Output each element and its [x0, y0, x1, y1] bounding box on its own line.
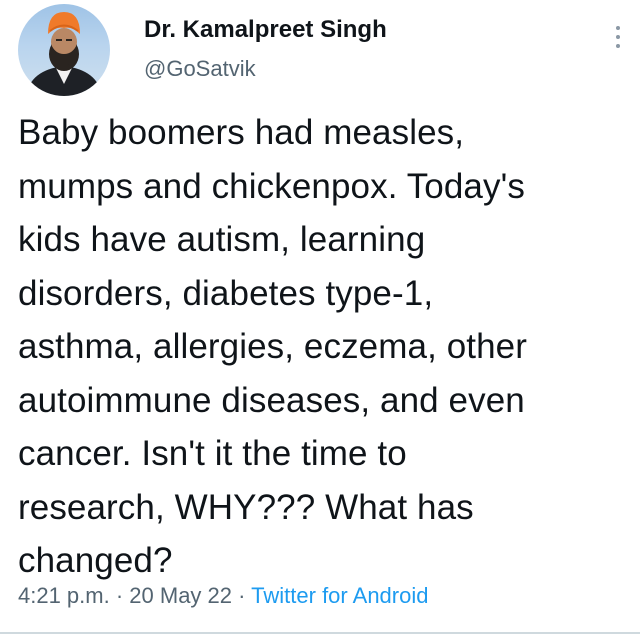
tweet-source-link[interactable]: Twitter for Android: [251, 583, 428, 608]
tweet-header: Dr. Kamalpreet Singh @GoSatvik: [16, 4, 624, 104]
meta-separator: ·: [232, 583, 252, 608]
tweet-card: Dr. Kamalpreet Singh @GoSatvik Baby boom…: [0, 0, 640, 634]
author-name[interactable]: Dr. Kamalpreet Singh: [144, 16, 387, 44]
tweet-text: Baby boomers had measles, mumps and chic…: [18, 113, 527, 580]
avatar-portrait-icon: [26, 12, 102, 96]
avatar[interactable]: [18, 4, 110, 96]
author-handle[interactable]: @GoSatvik: [144, 56, 256, 82]
tweet-date[interactable]: 20 May 22: [129, 583, 232, 608]
meta-separator: ·: [109, 583, 130, 608]
tweet-time[interactable]: 4:21 p.m.: [18, 583, 110, 608]
more-vertical-icon[interactable]: [612, 26, 624, 52]
tweet-meta: 4:21 p.m. · 20 May 22 · Twitter for Andr…: [18, 583, 428, 609]
